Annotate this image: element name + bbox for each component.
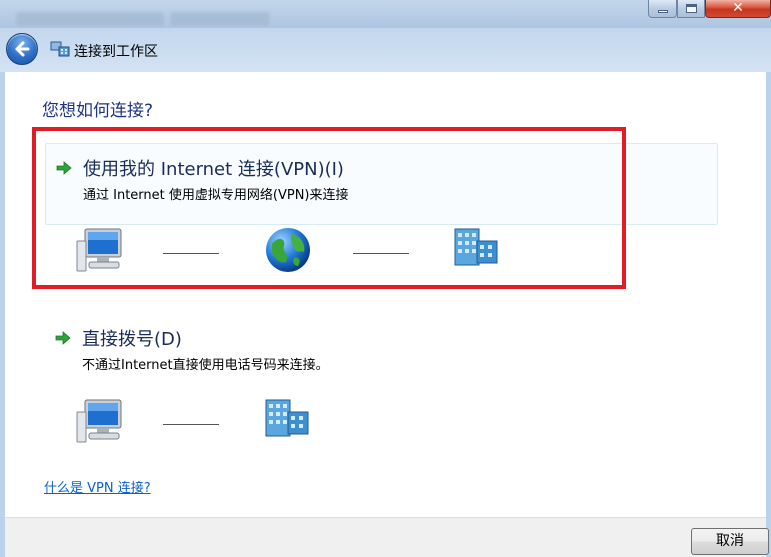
wizard-title: 连接到工作区 (74, 44, 158, 60)
window-title-bar[interactable]: ✕ (0, 0, 771, 28)
connection-line (163, 424, 219, 425)
back-button[interactable] (6, 33, 38, 65)
maximize-button[interactable] (677, 0, 705, 18)
computer-icon (76, 399, 122, 443)
blurred-address-segment (16, 12, 164, 26)
page-heading: 您想如何连接? (42, 101, 154, 121)
minimize-button[interactable] (648, 0, 677, 18)
close-button[interactable]: ✕ (705, 0, 771, 18)
option-dial-up-title: 直接拨号(D) (82, 329, 182, 350)
workplace-building-icon (265, 399, 309, 437)
network-connection-icon (50, 41, 70, 57)
green-arrow-icon (55, 331, 71, 345)
option-dial-up-description: 不通过Internet直接使用电话号码来连接。 (82, 358, 329, 373)
blurred-address-segment (170, 12, 270, 26)
close-icon: ✕ (732, 0, 744, 16)
window-frame-right (766, 72, 771, 557)
wizard-footer: 取消 (5, 517, 769, 557)
option-dial-up[interactable]: 直接拨号(D) 不通过Internet直接使用电话号码来连接。 (45, 314, 718, 396)
annotation-highlight-box (32, 127, 626, 289)
what-is-vpn-link[interactable]: 什么是 VPN 连接? (44, 477, 151, 496)
wizard-nav-bar: 连接到工作区 (0, 28, 771, 72)
cancel-button[interactable]: 取消 (691, 528, 769, 555)
back-arrow-icon (15, 41, 30, 57)
